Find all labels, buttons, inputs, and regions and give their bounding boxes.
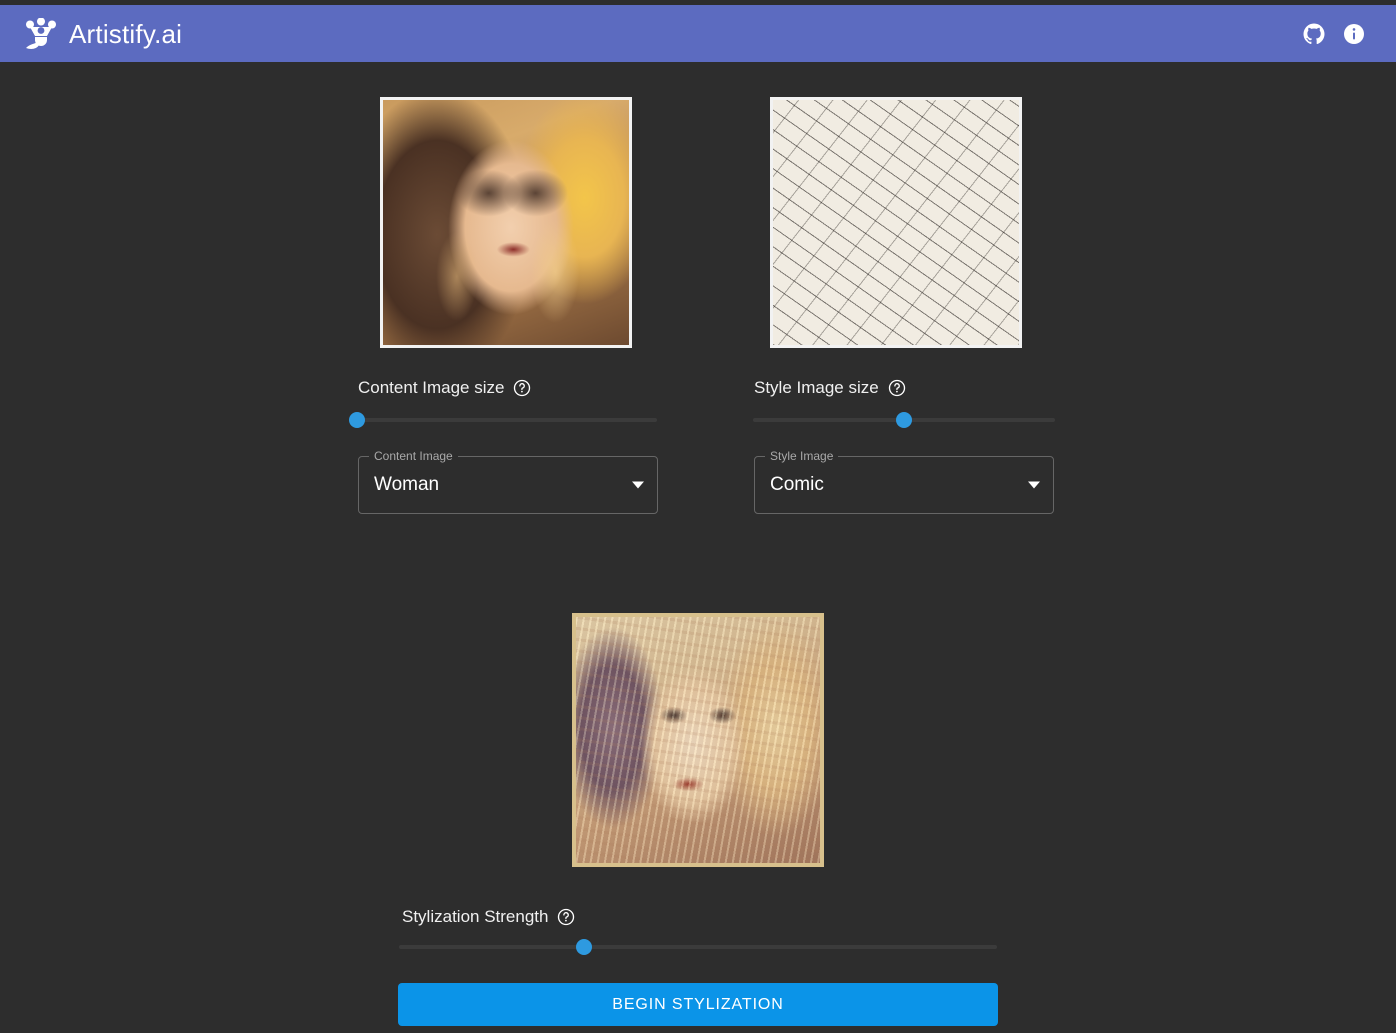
chevron-down-icon[interactable]: [632, 481, 644, 489]
main-content: Content Image size Content Image Woman S…: [0, 62, 1396, 1033]
style-size-label: Style Image size: [754, 378, 879, 397]
info-button[interactable]: [1334, 14, 1374, 54]
brand-name: Artistify.ai: [69, 18, 183, 49]
style-image-select-value: Comic: [770, 474, 824, 495]
help-circle-icon[interactable]: [557, 908, 575, 926]
chevron-down-icon[interactable]: [1028, 481, 1040, 489]
content-size-label-row: Content Image size: [358, 378, 531, 398]
result-image: [576, 617, 820, 863]
content-size-label: Content Image size: [358, 378, 505, 397]
slider-thumb[interactable]: [896, 412, 912, 428]
style-image: [773, 100, 1019, 345]
style-image-select-legend: Style Image: [765, 448, 839, 464]
help-circle-icon[interactable]: [513, 379, 531, 397]
stylization-strength-slider[interactable]: [399, 937, 997, 957]
stylization-strength-label: Stylization Strength: [402, 907, 549, 926]
help-circle-icon[interactable]: [888, 379, 906, 397]
github-icon: [1302, 22, 1326, 46]
style-image-select[interactable]: Style Image Comic: [754, 448, 1054, 514]
content-image-select-value: Woman: [374, 474, 440, 495]
paint-palette-brush-icon: [24, 17, 60, 50]
begin-stylization-button[interactable]: BEGIN STYLIZATION: [398, 983, 998, 1026]
content-image-select-legend: Content Image: [369, 448, 458, 464]
begin-stylization-label: BEGIN STYLIZATION: [612, 995, 784, 1013]
slider-track[interactable]: [399, 945, 997, 949]
content-image-frame: [380, 97, 632, 348]
style-size-label-row: Style Image size: [754, 378, 906, 398]
github-link[interactable]: [1294, 14, 1334, 54]
slider-track[interactable]: [357, 418, 657, 422]
info-icon: [1342, 22, 1366, 46]
app-header: Artistify.ai: [0, 5, 1396, 62]
style-image-frame: [770, 97, 1022, 348]
result-image-frame: [572, 613, 824, 867]
slider-thumb[interactable]: [576, 939, 593, 955]
style-size-slider[interactable]: [753, 410, 1055, 430]
content-size-slider[interactable]: [349, 410, 657, 430]
slider-thumb[interactable]: [349, 412, 365, 428]
content-image-select[interactable]: Content Image Woman: [358, 448, 658, 514]
brand[interactable]: Artistify.ai: [24, 17, 183, 50]
stylization-strength-label-row: Stylization Strength: [402, 907, 575, 927]
content-image: [383, 100, 629, 345]
